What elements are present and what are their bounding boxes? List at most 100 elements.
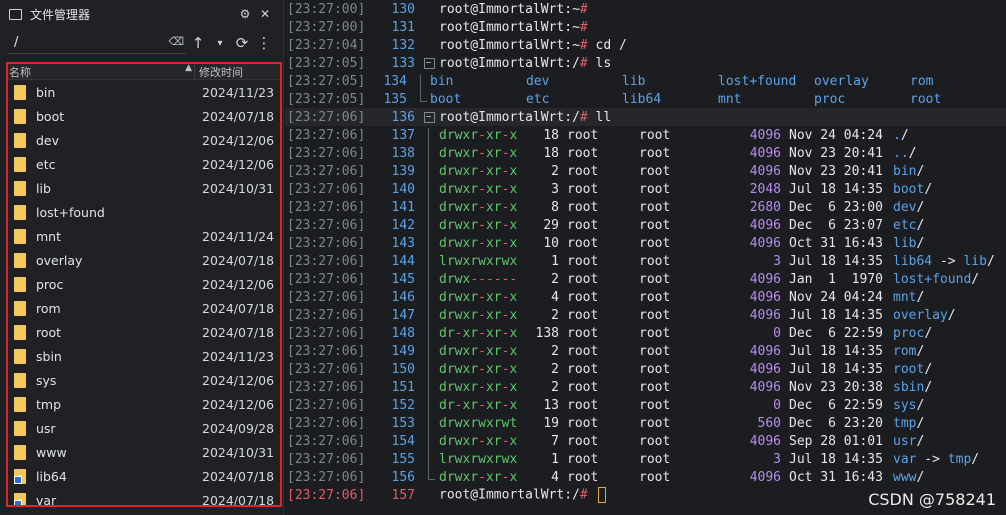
file-size: 4096 [749, 145, 781, 161]
timestamp: [23:27:06] [287, 325, 366, 341]
file-row[interactable]: sbin 2024/11/23 [8, 344, 280, 368]
file-row[interactable]: proc 2024/12/06 [8, 272, 280, 296]
permissions: drwxr-xr-x [439, 199, 518, 215]
refresh-icon[interactable]: ⟳ [232, 34, 252, 52]
fold-guide [413, 74, 427, 92]
terminal-content: drwxr-xr-x 29 root root 4096 Dec 6 23:07 etc/ [439, 218, 924, 233]
file-row[interactable]: mnt 2024/11/24 [8, 224, 280, 248]
fold-guide [421, 182, 436, 200]
file-size: 2048 [749, 181, 781, 197]
line-number: 146 [391, 289, 415, 305]
file-row[interactable]: bin 2024/11/23 [8, 80, 280, 104]
column-time-header[interactable]: 修改时间 [194, 64, 243, 80]
file-row[interactable]: lib64 2024/07/18 [8, 464, 280, 488]
fold-toggle-icon[interactable] [421, 110, 436, 124]
fold-toggle-icon[interactable] [421, 56, 436, 70]
prompt-symbol: # [579, 19, 596, 35]
file-name: bin [36, 84, 56, 100]
owner: root [567, 127, 599, 143]
line-number: 156 [391, 469, 415, 485]
line-number: 141 [391, 199, 415, 215]
owner: root [567, 451, 599, 467]
file-row[interactable]: overlay 2024/07/18 [8, 248, 280, 272]
entry-name: mnt/ [893, 289, 925, 305]
folder-icon [14, 228, 26, 244]
line-number: 157 [391, 487, 415, 503]
terminal-line: [23:27:06] 155 lrwxrwxrwx 1 root root 3 Jul 18 … [285, 450, 1006, 470]
terminal-content: drwxr-xr-x 2 root root 4096 Jul 18 14:35 rom/ [439, 344, 924, 359]
close-icon[interactable]: ✕ [255, 7, 275, 21]
file-row[interactable]: etc 2024/12/06 [8, 152, 280, 176]
timestamp: [23:27:06] [287, 217, 366, 233]
file-size: 4096 [749, 361, 781, 377]
file-row[interactable]: root 2024/07/18 [8, 320, 280, 344]
file-name: sys [36, 372, 57, 388]
line-number: 134 [383, 73, 407, 89]
file-modified-time: 2024/12/06 [202, 372, 275, 388]
path-input[interactable]: / ⌫ [8, 32, 186, 54]
file-name: etc [36, 156, 56, 172]
file-row[interactable]: tmp 2024/12/06 [8, 392, 280, 416]
ls-entry: proc [814, 91, 846, 107]
file-row[interactable]: sys 2024/12/06 [8, 368, 280, 392]
modified-date: Dec 6 23:20 [789, 415, 883, 431]
file-row[interactable]: lost+found [8, 200, 280, 224]
owner: root [567, 415, 599, 431]
up-arrow-icon[interactable]: ↑ [188, 34, 208, 52]
entry-name: lost+found/ [893, 271, 980, 287]
file-row[interactable]: var 2024/07/18 [8, 488, 280, 505]
file-row[interactable]: rom 2024/07/18 [8, 296, 280, 320]
modified-date: Oct 31 16:43 [789, 469, 883, 485]
file-size: 2680 [749, 199, 781, 215]
fold-guide [421, 434, 436, 452]
terminal-line: [23:27:06] 137 drwxr-xr-x 18 root root 4096 Nov… [285, 126, 1006, 146]
link-count: 4 [551, 289, 559, 305]
owner: root [567, 379, 599, 395]
folder-icon [14, 252, 26, 268]
entry-name: dev/ [893, 199, 925, 215]
link-count: 8 [551, 199, 559, 215]
file-modified-time: 2024/11/23 [202, 84, 275, 100]
gear-icon[interactable]: ⚙ [235, 7, 255, 21]
terminal-panel[interactable]: [23:27:00] 130 root@ImmortalWrt:~# [23:27:… [285, 0, 1006, 515]
file-row[interactable]: boot 2024/07/18 [8, 104, 280, 128]
terminal-line: [23:27:06] 140 drwxr-xr-x 3 root root 2048 Jul … [285, 180, 1006, 200]
file-size: 4096 [749, 127, 781, 143]
fold-guide [421, 344, 436, 362]
terminal-content: drwxr-xr-x 8 root root 2680 Dec 6 23:00 dev/ [439, 200, 924, 215]
link-count: 2 [551, 379, 559, 395]
terminal-content: dr-xr-xr-x 138 root root 0 Dec 6 22:59 proc/ [439, 326, 932, 341]
group: root [639, 199, 671, 215]
column-name-header[interactable]: 名称 ▲ [8, 64, 194, 80]
line-number: 132 [391, 37, 415, 53]
owner: root [567, 289, 599, 305]
more-vertical-icon[interactable]: ⋮ [254, 34, 274, 52]
file-row[interactable]: lib 2024/10/31 [8, 176, 280, 200]
fold-guide [421, 272, 436, 290]
group: root [639, 397, 671, 413]
file-size: 560 [757, 415, 781, 431]
ls-entry: lost+found [718, 73, 797, 89]
timestamp: [23:27:06] [287, 379, 366, 395]
file-name: lib64 [36, 468, 67, 484]
file-size: 4096 [749, 307, 781, 323]
file-row[interactable]: dev 2024/12/06 [8, 128, 280, 152]
owner: root [567, 307, 599, 323]
permissions: drwxr-xr-x [439, 181, 518, 197]
group: root [639, 379, 671, 395]
clear-icon[interactable]: ⌫ [168, 35, 184, 48]
prompt-cwd: ~ [572, 37, 580, 53]
modified-date: Jul 18 14:35 [789, 451, 883, 467]
chevron-down-icon[interactable]: ▾ [210, 38, 230, 49]
group: root [639, 271, 671, 287]
terminal-content: root@ImmortalWrt:~# [439, 2, 596, 17]
owner: root [567, 235, 599, 251]
owner: root [567, 163, 599, 179]
terminal-content: drwxr-xr-x 4 root root 4096 Oct 31 16:43 www/ [439, 470, 924, 485]
file-row[interactable]: usr 2024/09/28 [8, 416, 280, 440]
entry-name: ../ [893, 145, 917, 161]
folder-icon [14, 444, 26, 460]
path-value: / [14, 35, 19, 50]
file-row[interactable]: www 2024/10/31 [8, 440, 280, 464]
file-modified-time: 2024/11/23 [202, 348, 275, 364]
